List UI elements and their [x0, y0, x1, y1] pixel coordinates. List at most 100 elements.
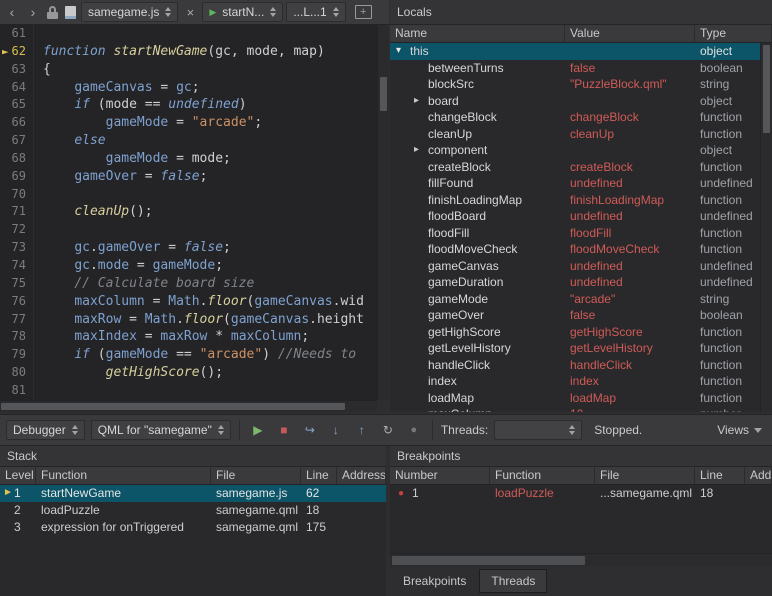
- record-button[interactable]: ●: [404, 420, 424, 440]
- editor-line[interactable]: 65 if (mode == undefined): [0, 96, 377, 114]
- breakpoints-header-number[interactable]: Number: [390, 467, 490, 484]
- editor-line[interactable]: 75 // Calculate board size: [0, 275, 377, 293]
- scrollbar-thumb[interactable]: [392, 556, 585, 565]
- locals-row[interactable]: maxColumn10number: [390, 406, 760, 412]
- code-line[interactable]: gameMode = "arcade";: [34, 114, 262, 132]
- code-line[interactable]: function startNewGame(gc, mode, map): [34, 43, 325, 61]
- editor-line[interactable]: 81: [0, 382, 377, 400]
- editor-line[interactable]: 76 maxColumn = Math.floor(gameCanvas.wid: [0, 293, 377, 311]
- expand-arrow-icon[interactable]: ▸: [414, 93, 428, 110]
- split-editor-button[interactable]: +: [355, 5, 372, 19]
- line-number-gutter[interactable]: 63: [0, 61, 34, 79]
- code-line[interactable]: cleanUp();: [34, 203, 153, 221]
- breakpoint-icon[interactable]: ●: [398, 485, 412, 502]
- editor-line[interactable]: 68 gameMode = mode;: [0, 150, 377, 168]
- locals-row[interactable]: ▾thisobject: [390, 43, 760, 60]
- locals-row[interactable]: getHighScoregetHighScorefunction: [390, 324, 760, 341]
- breakpoints-header-function[interactable]: Function: [490, 467, 595, 484]
- line-number-gutter[interactable]: 73: [0, 239, 34, 257]
- breakpoint-row[interactable]: ●1loadPuzzle...samegame.qml18: [390, 485, 772, 502]
- locals-row[interactable]: createBlockcreateBlockfunction: [390, 159, 760, 176]
- locals-row[interactable]: gameMode"arcade"string: [390, 291, 760, 308]
- line-number-gutter[interactable]: 68: [0, 150, 34, 168]
- locals-header-value[interactable]: Value: [565, 25, 695, 42]
- editor-line[interactable]: 67 else: [0, 132, 377, 150]
- stack-header-level[interactable]: Level: [0, 467, 36, 484]
- step-over-button[interactable]: ↪: [300, 420, 320, 440]
- locals-row[interactable]: getLevelHistorygetLevelHistoryfunction: [390, 340, 760, 357]
- collapse-arrow-icon[interactable]: ▾: [396, 43, 410, 60]
- breakpoints-horizontal-scrollbar[interactable]: [390, 553, 772, 566]
- editor-horizontal-scrollbar[interactable]: [0, 400, 377, 412]
- code-line[interactable]: [34, 25, 43, 43]
- line-number-gutter[interactable]: 75: [0, 275, 34, 293]
- editor-line[interactable]: 63{: [0, 61, 377, 79]
- expand-arrow-icon[interactable]: ▸: [414, 142, 428, 159]
- breakpoints-header-line[interactable]: Line: [695, 467, 745, 484]
- locals-row[interactable]: indexindexfunction: [390, 373, 760, 390]
- line-number-gutter[interactable]: 69: [0, 168, 34, 186]
- continue-button[interactable]: ▶: [248, 420, 268, 440]
- code-line[interactable]: // Calculate board size: [34, 275, 254, 293]
- editor-line[interactable]: 69 gameOver = false;: [0, 168, 377, 186]
- editor-line[interactable]: 64 gameCanvas = gc;: [0, 79, 377, 97]
- locals-row[interactable]: gameDurationundefinedundefined: [390, 274, 760, 291]
- close-document-button[interactable]: ×: [181, 3, 199, 22]
- line-number-gutter[interactable]: 72: [0, 221, 34, 239]
- locals-header-name[interactable]: Name: [390, 25, 565, 42]
- code-line[interactable]: gameCanvas = gc;: [34, 79, 200, 97]
- views-menu[interactable]: Views: [717, 423, 766, 437]
- code-line[interactable]: if (mode == undefined): [34, 96, 247, 114]
- line-number-gutter[interactable]: 64: [0, 79, 34, 97]
- scrollbar-thumb[interactable]: [1, 403, 345, 410]
- tab-threads[interactable]: Threads: [479, 569, 547, 593]
- code-line[interactable]: {: [34, 61, 51, 79]
- editor-line[interactable]: 79 if (gameMode == "arcade") //Needs to: [0, 346, 377, 364]
- line-combo[interactable]: ...L...1: [286, 2, 345, 22]
- line-number-gutter[interactable]: ►62: [0, 43, 34, 61]
- stack-header-line[interactable]: Line: [301, 467, 337, 484]
- code-line[interactable]: gameOver = false;: [34, 168, 207, 186]
- locals-row[interactable]: floodFillfloodFillfunction: [390, 225, 760, 242]
- editor-line[interactable]: 71 cleanUp();: [0, 203, 377, 221]
- line-number-gutter[interactable]: 66: [0, 114, 34, 132]
- editor-line[interactable]: 66 gameMode = "arcade";: [0, 114, 377, 132]
- line-number-gutter[interactable]: 77: [0, 311, 34, 329]
- stop-debugger-button[interactable]: ■: [274, 420, 294, 440]
- editor-line[interactable]: 74 gc.mode = gameMode;: [0, 257, 377, 275]
- locals-row[interactable]: loadMaploadMapfunction: [390, 390, 760, 407]
- editor-line[interactable]: 78 maxIndex = maxRow * maxColumn;: [0, 328, 377, 346]
- stack-frame-row[interactable]: ►1startNewGamesamegame.js62: [0, 485, 386, 502]
- editor-line[interactable]: 72: [0, 221, 377, 239]
- stack-header-address[interactable]: Address: [337, 467, 386, 484]
- symbol-combo[interactable]: ▶ startN...: [202, 2, 283, 22]
- editor-line[interactable]: 61: [0, 25, 377, 43]
- open-document-combo[interactable]: samegame.js: [81, 2, 178, 22]
- code-line[interactable]: [34, 221, 43, 239]
- threads-combo[interactable]: [494, 420, 582, 440]
- locals-vertical-scrollbar[interactable]: [760, 43, 772, 412]
- line-number-gutter[interactable]: 70: [0, 186, 34, 204]
- code-line[interactable]: maxRow = Math.floor(gameCanvas.height: [34, 311, 364, 329]
- code-line[interactable]: gc.mode = gameMode;: [34, 257, 223, 275]
- locals-row[interactable]: floodBoardundefinedundefined: [390, 208, 760, 225]
- locals-row[interactable]: changeBlockchangeBlockfunction: [390, 109, 760, 126]
- line-number-gutter[interactable]: 81: [0, 382, 34, 400]
- locals-row[interactable]: finishLoadingMapfinishLoadingMapfunction: [390, 192, 760, 209]
- code-line[interactable]: gameMode = mode;: [34, 150, 231, 168]
- line-number-gutter[interactable]: 65: [0, 96, 34, 114]
- step-out-button[interactable]: ↑: [352, 420, 372, 440]
- line-number-gutter[interactable]: 74: [0, 257, 34, 275]
- line-number-gutter[interactable]: 80: [0, 364, 34, 382]
- locals-row[interactable]: gameCanvasundefinedundefined: [390, 258, 760, 275]
- locals-row[interactable]: ▸boardobject: [390, 93, 760, 110]
- stack-header-file[interactable]: File: [211, 467, 301, 484]
- locals-header-type[interactable]: Type: [695, 25, 772, 42]
- line-number-gutter[interactable]: 78: [0, 328, 34, 346]
- step-into-button[interactable]: ↓: [326, 420, 346, 440]
- code-line[interactable]: [34, 186, 43, 204]
- locals-row[interactable]: gameOverfalseboolean: [390, 307, 760, 324]
- line-number-gutter[interactable]: 61: [0, 25, 34, 43]
- code-line[interactable]: [34, 382, 43, 400]
- breakpoints-header-file[interactable]: File: [595, 467, 695, 484]
